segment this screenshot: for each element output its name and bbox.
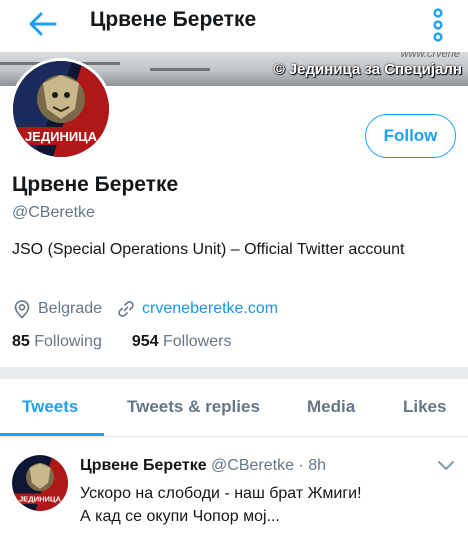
arrow-left-icon[interactable] <box>28 10 58 38</box>
tweet-line: А кад се окупи Чопор мој... <box>80 508 280 525</box>
following-count: 85 <box>12 333 30 350</box>
profile-avatar[interactable]: ЈЕДИНИЦА <box>10 58 112 160</box>
tweet-text: Ускоро на слободи - наш брат Жмиги! А ка… <box>80 482 460 528</box>
vertical-dots-icon[interactable] <box>428 8 448 42</box>
location-icon <box>14 300 30 319</box>
tweet-avatar[interactable]: ЈЕДИНИЦА <box>12 455 68 511</box>
followers-stat[interactable]: 954 Followers <box>132 333 232 350</box>
link-icon <box>118 301 134 317</box>
tab-tweets-replies[interactable]: Tweets & replies <box>127 397 260 417</box>
following-stat[interactable]: 85 Following <box>12 333 102 350</box>
tab-tweets[interactable]: Tweets <box>22 397 78 417</box>
profile-website-link[interactable]: crveneberetke.com <box>142 300 278 318</box>
follow-counts: 85 Following 954 Followers <box>12 333 231 351</box>
banner-credit: © Јединица за Специјалн <box>273 61 462 78</box>
tweet-author[interactable]: Црвене Беретке <box>80 457 207 474</box>
tweet-line: Ускоро на слободи - наш брат Жмиги! <box>80 485 362 502</box>
followers-label: Followers <box>163 333 232 350</box>
profile-name: Црвене Беретке <box>12 173 179 196</box>
profile-meta: Belgrade crveneberetke.com <box>12 298 278 320</box>
top-bar: Црвене Беретке <box>0 0 468 52</box>
banner-streak <box>150 68 210 71</box>
profile-bio: JSO (Special Operations Unit) – Official… <box>12 241 405 258</box>
tweet-handle[interactable]: @CBeretke <box>211 457 294 474</box>
tweet-avatar-label: ЈЕДИНИЦА <box>19 495 62 504</box>
tweet-header: Црвене Беретке @CBeretke · 8h <box>80 457 326 475</box>
profile-location: Belgrade <box>38 300 103 317</box>
active-tab-indicator <box>0 433 104 436</box>
profile-tabs: Tweets Tweets & replies Media Likes <box>0 379 468 437</box>
unit-emblem-icon: ЈЕДИНИЦА <box>12 455 68 511</box>
followers-count: 954 <box>131 333 159 350</box>
follow-button[interactable]: Follow <box>365 114 456 158</box>
section-divider <box>0 367 468 379</box>
page-title: Црвене Беретке <box>90 8 257 31</box>
avatar-label: ЈЕДИНИЦА <box>25 129 98 144</box>
profile-handle: @CBeretke <box>12 204 95 221</box>
banner-url: www.crvene <box>400 52 460 60</box>
tab-media[interactable]: Media <box>307 397 355 417</box>
tweet-separator: · <box>298 457 304 474</box>
chevron-down-icon[interactable] <box>437 460 455 472</box>
tab-likes[interactable]: Likes <box>403 397 446 417</box>
following-label: Following <box>34 333 102 350</box>
unit-emblem-icon: ЈЕДИНИЦА <box>13 61 109 157</box>
tweet-time[interactable]: 8h <box>308 457 326 474</box>
